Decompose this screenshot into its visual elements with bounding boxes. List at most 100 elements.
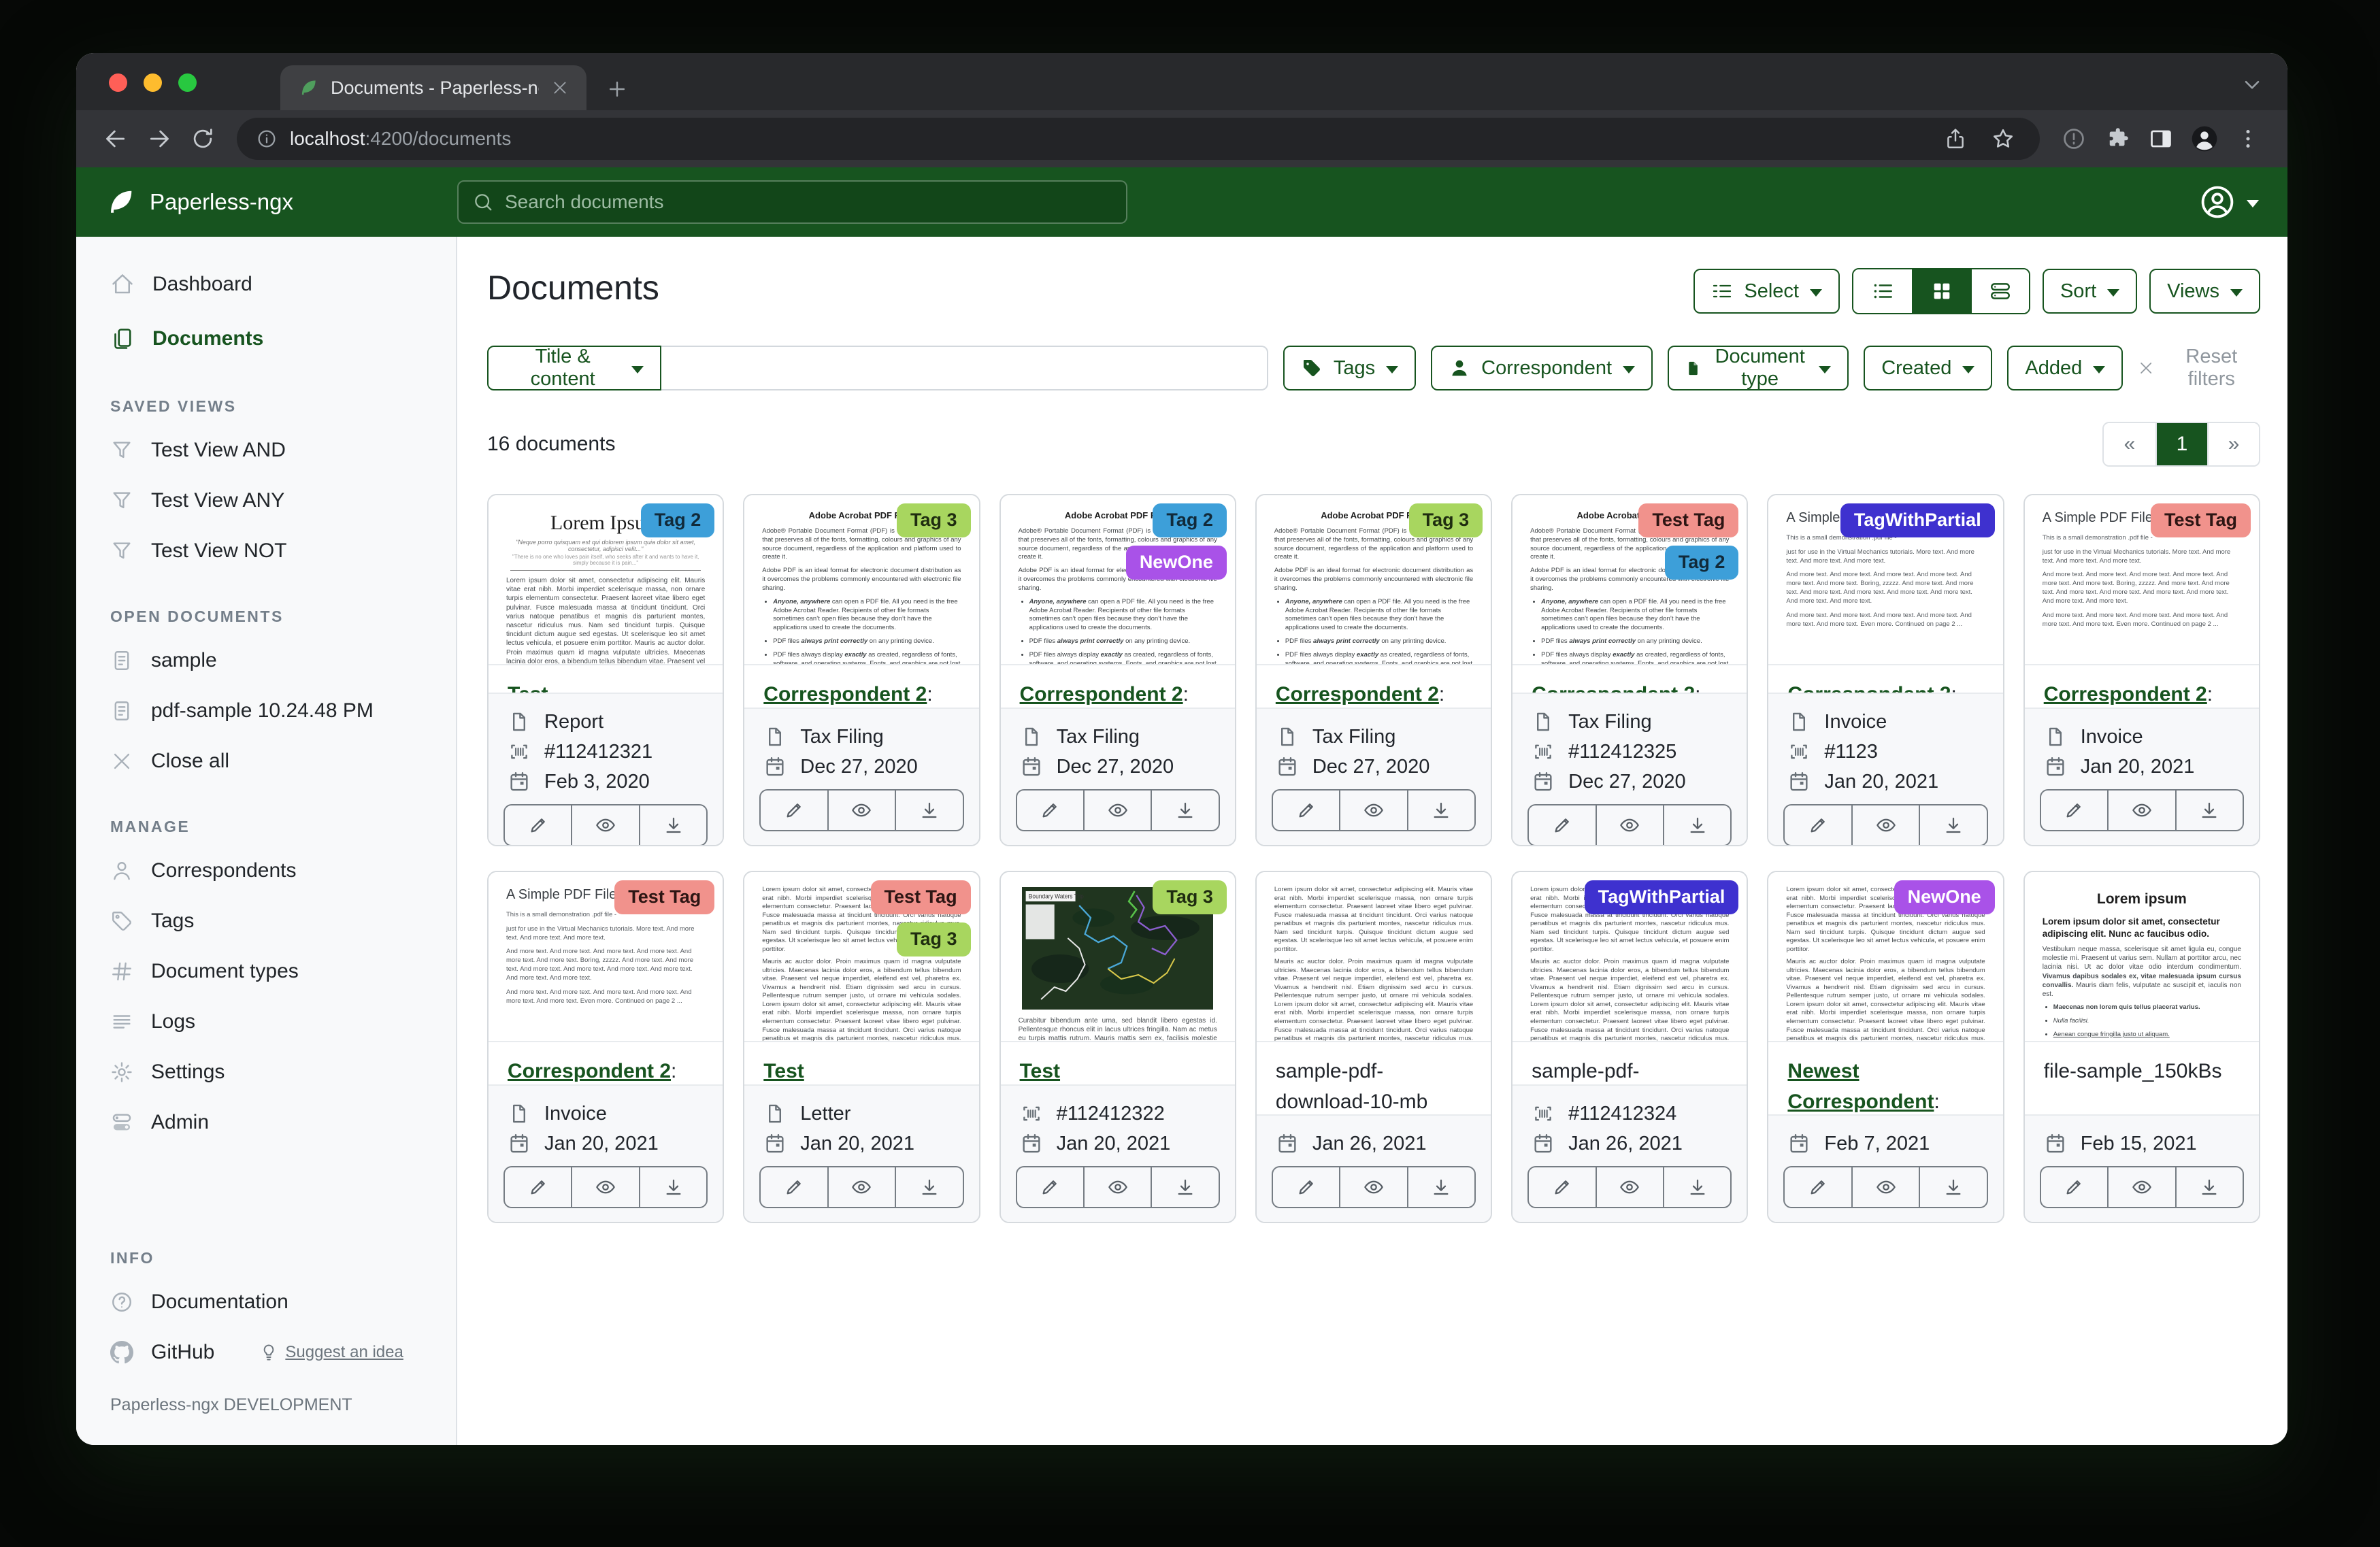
tag-badge[interactable]: Test Tag bbox=[1638, 503, 1738, 537]
card-title[interactable]: sample-pdf-download-10-mb-longer-title bbox=[1513, 1042, 1747, 1084]
document-thumbnail[interactable]: Lorem ipsum dolor sit amet, consectetur … bbox=[1257, 872, 1491, 1042]
extension-button[interactable] bbox=[2056, 121, 2092, 156]
tag-badge[interactable]: Tag 3 bbox=[897, 922, 971, 957]
filter-tags-button[interactable]: Tags bbox=[1283, 346, 1416, 390]
close-window-button[interactable] bbox=[109, 73, 127, 92]
document-thumbnail[interactable]: Boundary Waters TripCurabitur bibendum a… bbox=[1001, 872, 1235, 1042]
edit-button[interactable] bbox=[2041, 791, 2107, 830]
card-title[interactable]: sample-pdf-download-10-mb copy_red bbox=[1257, 1042, 1491, 1114]
filter-document-type-button[interactable]: Document type bbox=[1668, 346, 1849, 390]
app-brand[interactable]: Paperless-ngx bbox=[105, 186, 457, 218]
download-button[interactable] bbox=[639, 1167, 706, 1207]
prev-page-button[interactable]: « bbox=[2104, 423, 2155, 465]
filter-field-button[interactable]: Title & content bbox=[487, 346, 661, 390]
correspondent-link[interactable]: Correspondent 2 bbox=[508, 1060, 671, 1082]
card-title[interactable]: Correspondent 2: sample bbox=[1768, 665, 2002, 693]
correspondent-link[interactable]: Correspondent 2 bbox=[2044, 683, 2207, 705]
edit-button[interactable] bbox=[1529, 805, 1595, 845]
view-mode-details-button[interactable] bbox=[1970, 269, 2029, 313]
document-thumbnail[interactable]: Adobe Acrobat PDF FilesAdobe® Portable D… bbox=[1001, 495, 1235, 665]
next-page-button[interactable]: » bbox=[2207, 423, 2259, 465]
view-button[interactable] bbox=[1083, 791, 1151, 830]
sidebar-item-test-view-and[interactable]: Test View AND bbox=[76, 425, 456, 476]
close-tab-icon[interactable] bbox=[551, 79, 569, 97]
card-title[interactable]: Test Correspondent: A Sample PDF 2 bbox=[489, 665, 723, 693]
new-tab-button[interactable] bbox=[596, 68, 638, 110]
back-button[interactable] bbox=[98, 121, 133, 156]
edit-button[interactable] bbox=[1785, 1167, 1851, 1207]
card-title[interactable]: Test Correspondent: sample-pdf-with-imag… bbox=[1001, 1042, 1235, 1084]
view-mode-list-button[interactable] bbox=[1853, 269, 1912, 313]
filter-created-button[interactable]: Created bbox=[1864, 346, 1992, 390]
document-thumbnail[interactable]: Adobe Acrobat PDF FilesAdobe® Portable D… bbox=[1257, 495, 1491, 665]
tag-badge[interactable]: Test Tag bbox=[614, 880, 714, 914]
select-button[interactable]: Select bbox=[1693, 269, 1840, 314]
document-thumbnail[interactable]: Adobe Acrobat PDF FilesAdobe® Portable D… bbox=[744, 495, 978, 665]
document-thumbnail[interactable]: Lorem ipsumLorem ipsum dolor sit amet, c… bbox=[2025, 872, 2259, 1042]
card-title[interactable]: Correspondent 2: pdf-sample 10.24.48 PM bbox=[1257, 665, 1491, 708]
tag-badge[interactable]: NewOne bbox=[1894, 880, 1995, 914]
correspondent-link[interactable]: Correspondent 2 bbox=[1532, 683, 1695, 693]
zoom-window-button[interactable] bbox=[178, 73, 197, 92]
address-bar[interactable]: localhost:4200/documents bbox=[237, 118, 2040, 160]
correspondent-link[interactable]: Correspondent 2 bbox=[1276, 683, 1439, 705]
card-title[interactable]: Correspondent 2: pdf-sample 10.24.48 PM bbox=[1513, 665, 1747, 693]
browser-menu-button[interactable] bbox=[2230, 121, 2266, 156]
suggest-idea-link[interactable]: Suggest an idea bbox=[259, 1343, 403, 1362]
view-button[interactable] bbox=[1596, 805, 1663, 845]
document-thumbnail[interactable]: A Simple PDF FileThis is a small demonst… bbox=[1768, 495, 2002, 665]
sidebar-item-documentation[interactable]: Documentation bbox=[76, 1277, 456, 1327]
sidebar-item-close-all[interactable]: Close all bbox=[76, 736, 456, 786]
tag-badge[interactable]: Tag 3 bbox=[1153, 880, 1227, 914]
sidebar-item-dashboard[interactable]: Dashboard bbox=[76, 257, 456, 312]
sidebar-item-documents[interactable]: Documents bbox=[76, 312, 456, 366]
sidebar-item-settings[interactable]: Settings bbox=[76, 1047, 456, 1097]
reset-filters-button[interactable]: Reset filters bbox=[2138, 346, 2260, 390]
download-button[interactable] bbox=[1663, 1167, 1730, 1207]
tag-badge[interactable]: Tag 2 bbox=[1665, 546, 1739, 580]
card-title[interactable]: Correspondent 2: pdf-sample 10.24.48 PM bbox=[1001, 665, 1235, 708]
correspondent-link[interactable]: Correspondent 2 bbox=[1787, 683, 1951, 693]
view-button[interactable] bbox=[1083, 1167, 1151, 1207]
sidebar-item-test-view-not[interactable]: Test View NOT bbox=[76, 526, 456, 576]
view-button[interactable] bbox=[2107, 1167, 2175, 1207]
sidebar-item-logs[interactable]: Logs bbox=[76, 997, 456, 1047]
sidebar-item-tags[interactable]: Tags bbox=[76, 896, 456, 946]
edit-button[interactable] bbox=[761, 791, 827, 830]
tag-badge[interactable]: Tag 3 bbox=[1409, 503, 1483, 537]
edit-button[interactable] bbox=[2041, 1167, 2107, 1207]
view-mode-grid-button[interactable] bbox=[1912, 269, 1970, 313]
site-info-icon[interactable] bbox=[256, 128, 278, 150]
view-button[interactable] bbox=[1339, 1167, 1406, 1207]
document-thumbnail[interactable]: Lorem ipsum dolor sit amet, consectetur … bbox=[1768, 872, 2002, 1042]
tag-badge[interactable]: Tag 2 bbox=[1153, 503, 1227, 537]
card-title[interactable]: Correspondent 2: pdf-sample 10.24.48 PM bbox=[744, 665, 978, 708]
correspondent-link[interactable]: Test Correspondent bbox=[1020, 1060, 1166, 1084]
view-button[interactable] bbox=[571, 805, 638, 845]
browser-tab[interactable]: Documents - Paperless-ngx bbox=[280, 65, 586, 110]
filter-query-input[interactable] bbox=[661, 346, 1268, 390]
minimize-window-button[interactable] bbox=[144, 73, 162, 92]
document-thumbnail[interactable]: Lorem Ipsum"Neque porro quisquam est qui… bbox=[489, 495, 723, 665]
reload-button[interactable] bbox=[185, 121, 220, 156]
card-title[interactable]: Correspondent 2: sample bbox=[2025, 665, 2259, 708]
download-button[interactable] bbox=[1919, 1167, 1986, 1207]
edit-button[interactable] bbox=[505, 1167, 571, 1207]
download-button[interactable] bbox=[895, 1167, 962, 1207]
bookmark-button[interactable] bbox=[1985, 121, 2021, 156]
side-panel-button[interactable] bbox=[2143, 121, 2179, 156]
profile-button[interactable] bbox=[2187, 121, 2222, 156]
sidebar-item-test-view-any[interactable]: Test View ANY bbox=[76, 476, 456, 526]
share-button[interactable] bbox=[1938, 121, 1973, 156]
edit-button[interactable] bbox=[1273, 1167, 1339, 1207]
download-button[interactable] bbox=[895, 791, 962, 830]
views-button[interactable]: Views bbox=[2149, 269, 2260, 314]
download-button[interactable] bbox=[2175, 1167, 2243, 1207]
view-button[interactable] bbox=[2107, 791, 2175, 830]
tag-badge[interactable]: TagWithPartial bbox=[1585, 880, 1739, 914]
edit-button[interactable] bbox=[505, 805, 571, 845]
view-button[interactable] bbox=[827, 1167, 895, 1207]
view-button[interactable] bbox=[1851, 805, 1919, 845]
sidebar-item-admin[interactable]: Admin bbox=[76, 1097, 456, 1148]
chevron-down-icon[interactable] bbox=[2240, 72, 2264, 97]
